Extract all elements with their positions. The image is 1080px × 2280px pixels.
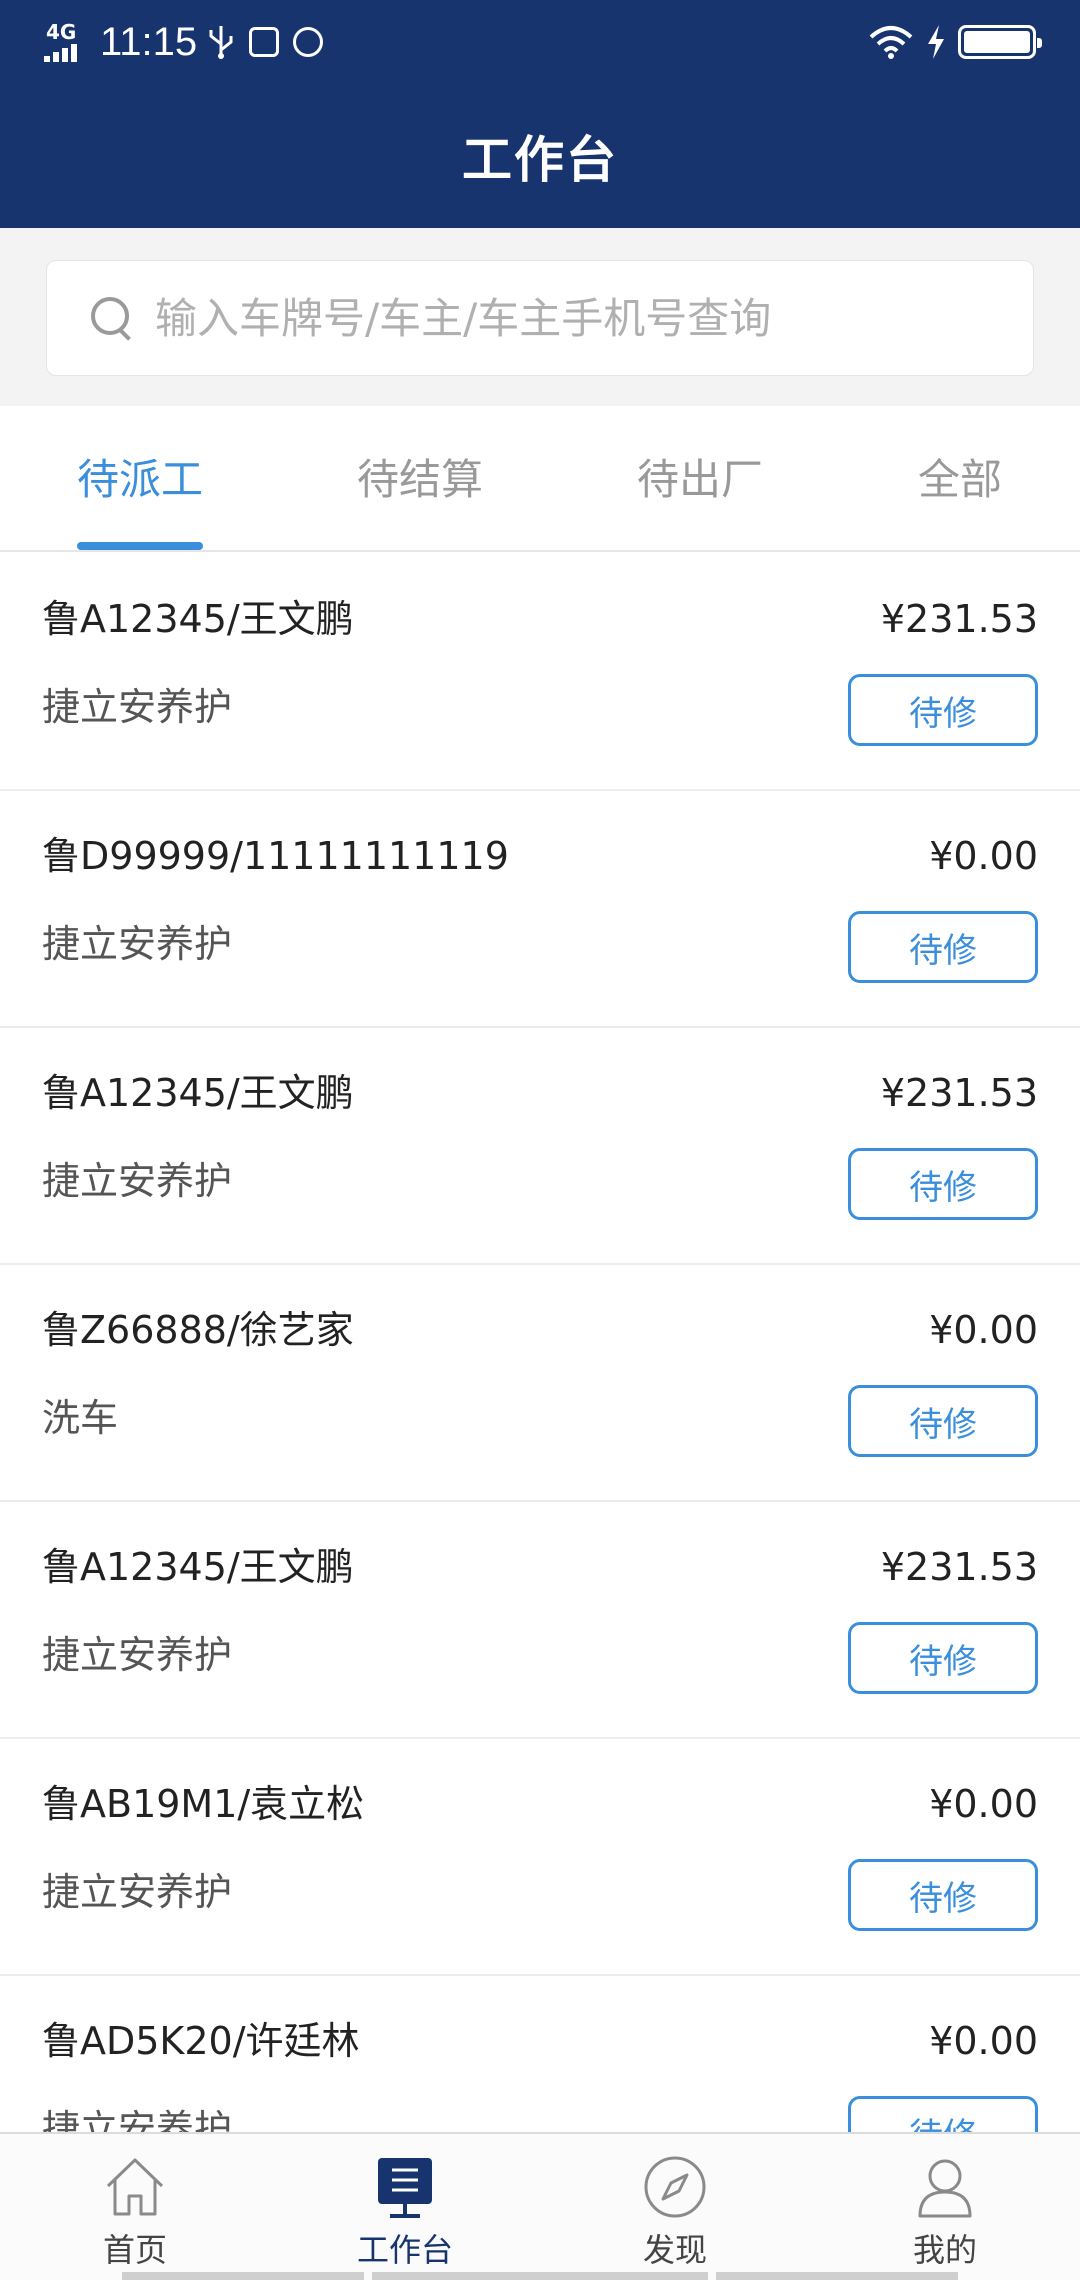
user-icon xyxy=(918,2159,972,2218)
status-button[interactable]: 待修 xyxy=(848,1622,1038,1694)
order-row[interactable]: 鲁D99999/11111111119 ¥0.00 捷立安养护 待修 xyxy=(0,791,1080,1028)
order-amount: ¥0.00 xyxy=(929,834,1038,878)
compass-icon xyxy=(644,2156,706,2218)
nav-home[interactable]: 首页 xyxy=(0,2134,270,2280)
tab-all[interactable]: 全部 xyxy=(918,450,1002,510)
nav-home-label: 首页 xyxy=(102,2231,167,2269)
status-button[interactable]: 待修 xyxy=(848,1148,1038,1220)
order-row[interactable]: 鲁A12345/王文鹏 ¥231.53 捷立安养护 待修 xyxy=(0,1028,1080,1265)
nav-profile[interactable]: 我的 xyxy=(810,2134,1080,2280)
gesture-handle xyxy=(372,2272,708,2280)
status-tabs: 待派工 待结算 待出厂 全部 xyxy=(0,406,1080,552)
service-name: 捷立安养护 xyxy=(42,1633,233,1677)
charging-icon xyxy=(928,25,944,59)
plate-owner: 鲁A12345/王文鹏 xyxy=(42,1545,354,1589)
order-amount: ¥0.00 xyxy=(929,2019,1038,2063)
service-name: 捷立安养护 xyxy=(42,685,233,729)
order-amount: ¥231.53 xyxy=(880,1545,1038,1589)
status-bar: 4G 11:15 xyxy=(0,0,1080,84)
order-row[interactable]: 鲁A12345/王文鹏 ¥231.53 捷立安养护 待修 xyxy=(0,1502,1080,1739)
gesture-handle xyxy=(716,2272,958,2280)
order-amount: ¥231.53 xyxy=(880,597,1038,641)
page-title: 工作台 xyxy=(462,131,618,189)
plate-owner: 鲁AD5K20/许廷林 xyxy=(42,2019,360,2063)
nav-profile-label: 我的 xyxy=(912,2231,977,2269)
gesture-handle xyxy=(122,2272,364,2280)
signal-icon: 4G xyxy=(44,22,90,62)
order-row[interactable]: 鲁AB19M1/袁立松 ¥0.00 捷立安养护 待修 xyxy=(0,1739,1080,1976)
search-input[interactable] xyxy=(155,293,975,343)
nav-discover-label: 发现 xyxy=(642,2231,707,2269)
status-button[interactable]: 待修 xyxy=(848,1859,1038,1931)
order-amount: ¥231.53 xyxy=(880,1071,1038,1115)
plate-owner: 鲁A12345/王文鹏 xyxy=(42,597,354,641)
nav-discover[interactable]: 发现 xyxy=(540,2134,810,2280)
order-amount: ¥0.00 xyxy=(929,1782,1038,1826)
order-row[interactable]: 鲁Z66888/徐艺家 ¥0.00 洗车 待修 xyxy=(0,1265,1080,1502)
plate-owner: 鲁D99999/11111111119 xyxy=(42,834,509,878)
search-area xyxy=(0,228,1080,406)
bottom-nav: 首页 工作台 发现 我的 xyxy=(0,2132,1080,2280)
search-box[interactable] xyxy=(46,260,1034,376)
app-header: 4G 11:15 工作台 xyxy=(0,0,1080,228)
plate-owner: 鲁Z66888/徐艺家 xyxy=(42,1308,354,1352)
tab-pending-settlement[interactable]: 待结算 xyxy=(357,450,483,510)
service-name: 捷立安养护 xyxy=(42,1159,233,1203)
usb-icon xyxy=(209,26,233,59)
service-name: 洗车 xyxy=(42,1396,119,1440)
notification-app-icon xyxy=(249,27,280,57)
nav-workbench[interactable]: 工作台 xyxy=(270,2134,540,2280)
plate-owner: 鲁A12345/王文鹏 xyxy=(42,1071,354,1115)
tab-pending-dispatch[interactable]: 待派工 xyxy=(77,450,203,510)
workbench-icon xyxy=(378,2158,432,2218)
chat-app-icon xyxy=(293,27,324,57)
tab-pending-exit[interactable]: 待出厂 xyxy=(637,450,763,510)
order-list[interactable]: 鲁A12345/王文鹏 ¥231.53 捷立安养护 待修 鲁D99999/111… xyxy=(0,554,1080,2132)
service-name: 捷立安养护 xyxy=(42,1870,233,1914)
wifi-icon xyxy=(869,26,913,59)
status-button[interactable]: 待修 xyxy=(848,2096,1038,2132)
status-time: 11:15 xyxy=(100,20,198,64)
plate-owner: 鲁AB19M1/袁立松 xyxy=(42,1782,365,1826)
status-button[interactable]: 待修 xyxy=(848,674,1038,746)
battery-icon xyxy=(958,25,1042,59)
nav-workbench-label: 工作台 xyxy=(356,2231,453,2269)
search-icon xyxy=(91,297,133,339)
status-button[interactable]: 待修 xyxy=(848,911,1038,983)
order-row[interactable]: 鲁AD5K20/许廷林 ¥0.00 捷立安养护 待修 xyxy=(0,1976,1080,2132)
home-icon xyxy=(106,2158,164,2216)
service-name: 捷立安养护 xyxy=(42,2107,233,2132)
service-name: 捷立安养护 xyxy=(42,922,233,966)
order-row[interactable]: 鲁A12345/王文鹏 ¥231.53 捷立安养护 待修 xyxy=(0,554,1080,791)
active-tab-indicator xyxy=(77,542,203,550)
status-button[interactable]: 待修 xyxy=(848,1385,1038,1457)
order-amount: ¥0.00 xyxy=(929,1308,1038,1352)
